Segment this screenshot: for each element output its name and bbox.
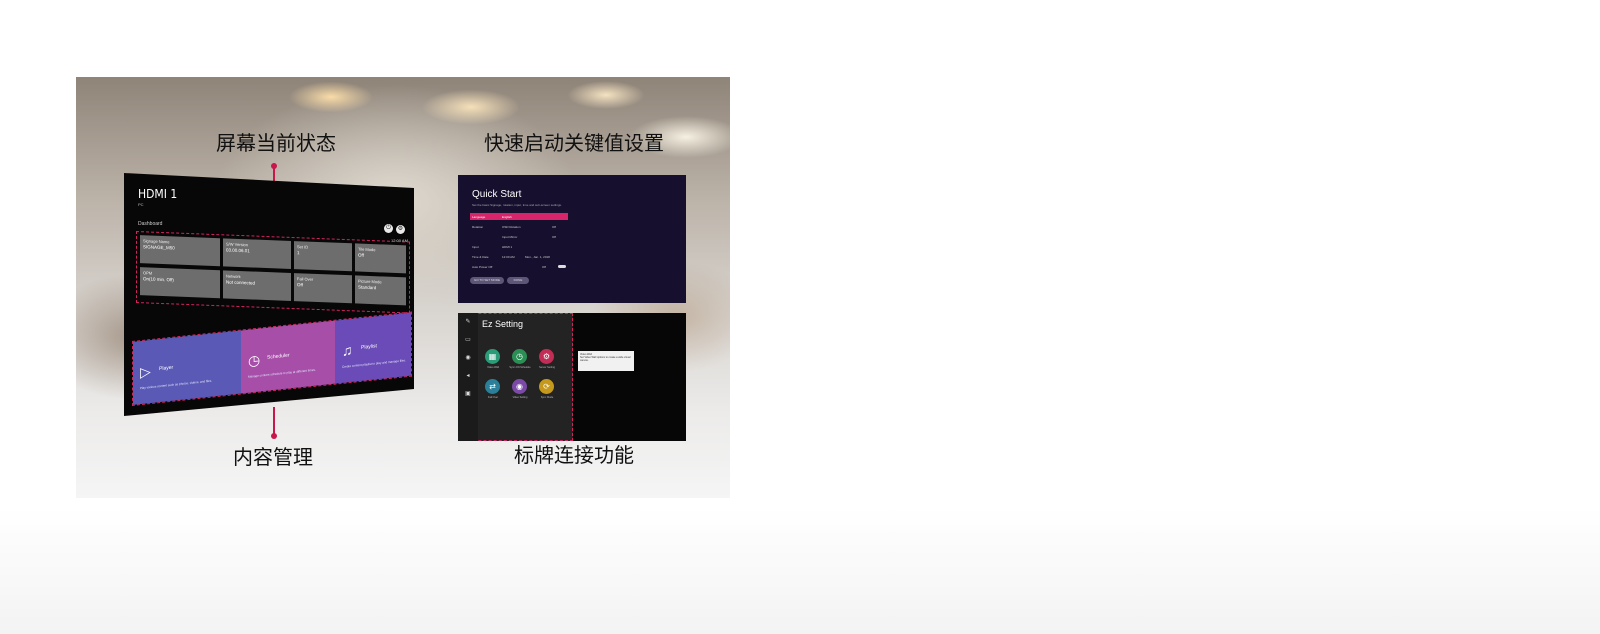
display-icon[interactable]: ◉ xyxy=(464,355,472,361)
callout-quick-start: 快速启动关键值设置 xyxy=(484,131,664,155)
admin-icon[interactable]: ▣ xyxy=(464,391,472,397)
power-icon[interactable]: ⏻ xyxy=(384,224,393,233)
status-tiles: Signage Name SIGNAGE_M50 S/W Version 03.… xyxy=(136,231,410,314)
quick-start-desc: Set the basic Signage, rotation, input, … xyxy=(472,203,562,207)
tile-opm[interactable]: OPM On(10 min. Off) xyxy=(140,267,220,299)
tv-dashboard-screen: HDMI 1 PC Dashboard ⏻ ⚙ 12:00 AM Signage… xyxy=(124,173,414,416)
tile-fail-over[interactable]: Fail Over Off xyxy=(294,273,352,304)
tile-value: Standard xyxy=(358,284,377,291)
row-value: HDMI 1 xyxy=(502,245,513,249)
tooltip: Video Wall Set Video Wall options to cre… xyxy=(578,351,634,371)
tile-value: Not connected xyxy=(226,279,256,286)
card-desc: Play various content such as photos, vid… xyxy=(140,378,213,391)
playlist-icon: ♫ xyxy=(342,341,353,359)
card-desc: Create content playlist to play and mana… xyxy=(342,358,406,369)
settings-icon[interactable]: ⚙ xyxy=(396,225,405,234)
ez-item-label: Video Wall xyxy=(487,366,499,369)
input-title: HDMI 1 xyxy=(138,187,178,201)
player-icon: ▷ xyxy=(140,363,151,381)
video-setting-icon[interactable]: ◉ xyxy=(512,379,527,394)
row-label: Input xyxy=(472,245,479,249)
callout-content-management: 内容管理 xyxy=(233,445,313,469)
tile-picture-mode[interactable]: Picture Mode Standard xyxy=(355,275,406,306)
server-setting-icon[interactable]: ⚙ xyxy=(539,349,554,364)
quick-start-panel: Quick Start Set the basic Signage, rotat… xyxy=(458,175,686,303)
schedule-icon[interactable]: ◷ xyxy=(512,349,527,364)
tooltip-text: Set Video Wall options to create a wide … xyxy=(580,356,631,362)
row-value: Input Mirror xyxy=(502,235,518,239)
tile-value: Off xyxy=(358,252,364,258)
row-auto-power-off[interactable]: Auto Power Off Off xyxy=(470,263,568,270)
card-player[interactable]: ▷ Player Play various content such as ph… xyxy=(133,330,241,405)
row-value: 12:00 AM xyxy=(502,255,515,259)
row-input[interactable]: Input HDMI 1 xyxy=(470,243,568,250)
tile-set-id[interactable]: Set ID 1 xyxy=(294,241,352,272)
row-extra: Mon., Jan. 1, 2018 xyxy=(525,255,550,259)
ez-item-label: Sync-ON Schedule xyxy=(509,366,531,369)
ez-setting-icon[interactable]: ✎ xyxy=(464,319,472,325)
row-input-mirror[interactable]: Input Mirror Off xyxy=(470,233,568,240)
row-extra: Off xyxy=(542,265,546,269)
ez-setting-title: Ez Setting xyxy=(482,319,524,329)
scheduler-icon: ◷ xyxy=(248,351,261,369)
pin-dot-bottom xyxy=(271,433,277,439)
row-language[interactable]: Language English xyxy=(470,213,568,220)
tile-network[interactable]: Network Not connected xyxy=(223,270,291,301)
card-title: Playlist xyxy=(361,343,377,351)
row-extra: Off xyxy=(552,225,556,229)
ez-item-label: Sync Mode xyxy=(540,396,554,399)
row-value: English xyxy=(502,215,512,219)
row-extra: Off xyxy=(552,235,556,239)
row-rotation[interactable]: Rotation OSD Rotation Off xyxy=(470,223,568,230)
tile-value: 1 xyxy=(297,250,300,256)
content-cards: ▷ Player Play various content such as ph… xyxy=(132,311,412,406)
card-title: Player xyxy=(159,364,174,373)
toggle-switch[interactable] xyxy=(558,265,566,268)
card-title: Scheduler xyxy=(267,352,290,361)
row-label: Time & Date xyxy=(472,255,489,259)
row-label: Auto Power Off xyxy=(472,265,493,269)
row-time-date[interactable]: Time & Date 12:00 AM Mon., Jan. 1, 2018 xyxy=(470,253,568,260)
quick-start-title: Quick Start xyxy=(472,189,522,200)
sync-mode-icon[interactable]: ⟳ xyxy=(539,379,554,394)
card-playlist[interactable]: ♫ Playlist Create content playlist to pl… xyxy=(335,312,411,384)
ez-item-label: Video Setting xyxy=(512,396,528,399)
dashboard-heading: Dashboard xyxy=(138,221,163,227)
tile-signage-name[interactable]: Signage Name SIGNAGE_M50 xyxy=(140,235,220,267)
tile-tile-mode[interactable]: Tile Mode Off xyxy=(355,243,406,274)
tile-value: 03.00.06.01 xyxy=(226,247,250,254)
row-value: OSD Rotation xyxy=(502,225,521,229)
row-label: Language xyxy=(472,215,486,219)
go-to-set-mode-button[interactable]: GO TO SET MODE xyxy=(470,277,504,284)
sound-icon[interactable]: ◂ xyxy=(464,373,472,379)
monitor-icon[interactable]: ▭ xyxy=(464,337,472,343)
ez-sidebar: ✎ ▭ ◉ ◂ ▣ xyxy=(458,313,478,441)
tile-value: Off xyxy=(297,282,303,288)
done-button[interactable]: DONE xyxy=(507,277,529,284)
ez-item-label: Server Setting xyxy=(539,366,555,369)
video-wall-icon[interactable]: ▦ xyxy=(485,349,500,364)
pin-line-bottom xyxy=(273,407,275,436)
card-scheduler[interactable]: ◷ Scheduler Manage content schedule to p… xyxy=(241,320,335,394)
fail-over-icon[interactable]: ⇄ xyxy=(485,379,500,394)
callout-signage-connect: 标牌连接功能 xyxy=(514,443,634,467)
hero-photo: 屏幕当前状态 快速启动关键值设置 内容管理 标牌连接功能 HDMI 1 PC D… xyxy=(76,77,730,498)
tile-sw-version[interactable]: S/W Version 03.00.06.01 xyxy=(223,238,291,269)
ez-item-label: Fail Over xyxy=(487,396,499,399)
ez-setting-panel: ✎ ▭ ◉ ◂ ▣ Ez Setting ▦ Video Wall ◷ Sync… xyxy=(458,313,686,441)
callout-screen-status: 屏幕当前状态 xyxy=(216,131,336,155)
input-subtitle: PC xyxy=(138,202,144,207)
row-label: Rotation xyxy=(472,225,484,229)
card-desc: Manage content schedule to play at diffe… xyxy=(248,367,316,379)
